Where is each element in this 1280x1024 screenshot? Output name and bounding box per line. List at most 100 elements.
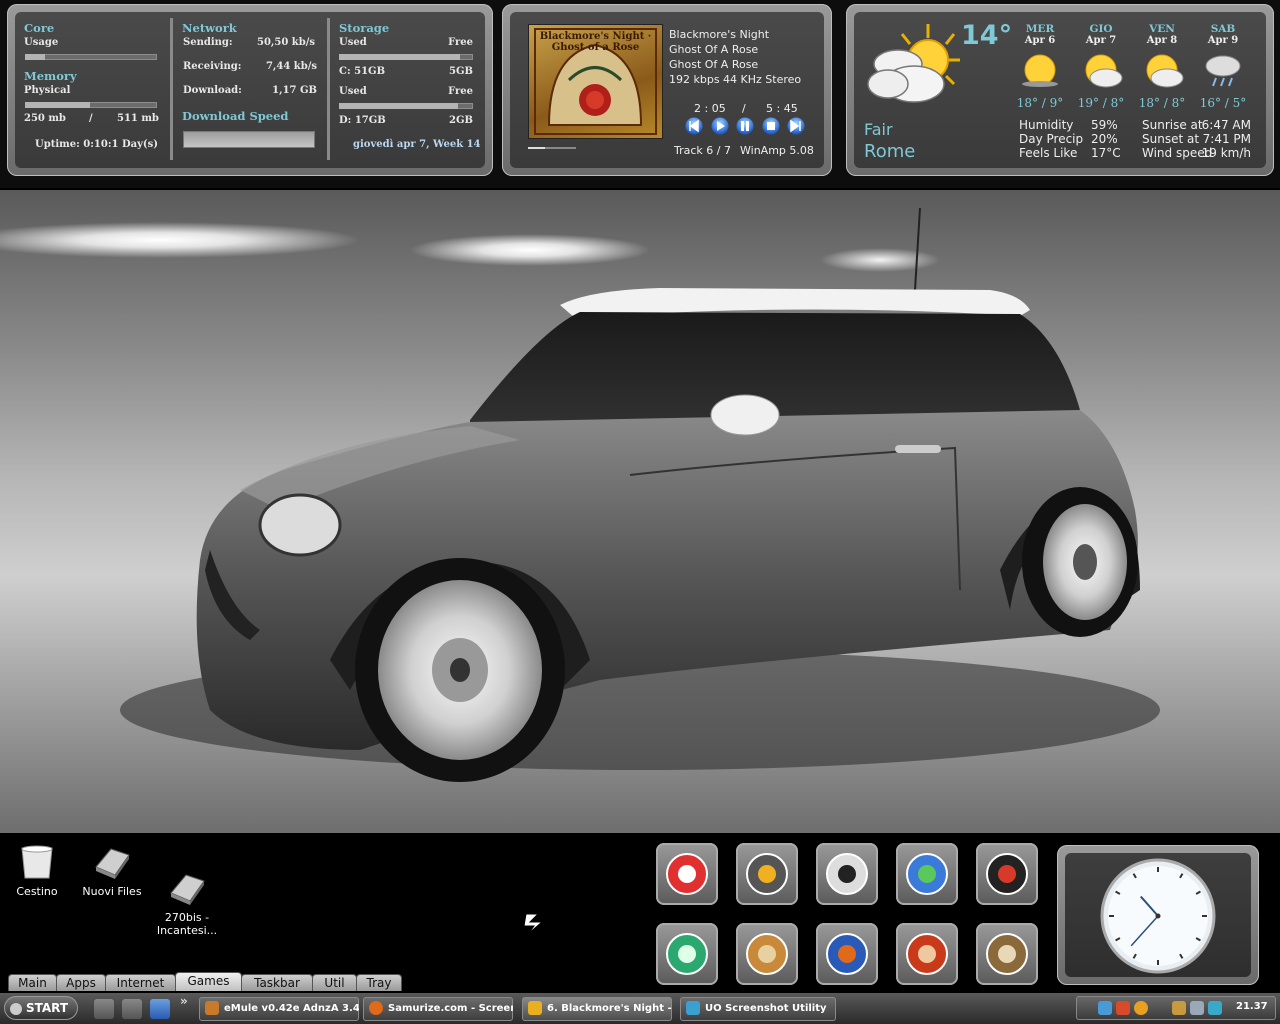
- tray-messenger-icon[interactable]: [1134, 1001, 1148, 1015]
- forecast-day-name: MER: [1025, 23, 1055, 35]
- launcher-button[interactable]: [816, 843, 878, 905]
- tab-taskbar[interactable]: Taskbar: [241, 974, 313, 991]
- taskbar-window-firefox[interactable]: Samurize.com - Screen...: [363, 997, 513, 1021]
- tab-games[interactable]: Games: [175, 972, 242, 991]
- tray-firewall-icon[interactable]: [1116, 1001, 1130, 1015]
- tab-apps[interactable]: Apps: [56, 974, 106, 991]
- city-text: Rome: [864, 141, 916, 162]
- receiving-label: Receiving:: [183, 61, 242, 72]
- forecast-temps: 16° / 5°: [1199, 96, 1247, 110]
- analog-clock-widget: [1057, 845, 1259, 985]
- music-player-widget: Blackmore's Night · Ghost of a Rose Blac…: [502, 4, 832, 176]
- forecast-day-name: GIO: [1089, 23, 1113, 35]
- taskbar-window-label: UO Screenshot Utility: [705, 1003, 827, 1014]
- d-used-label: Used: [339, 86, 367, 97]
- info-icon: [825, 852, 869, 896]
- c-used-label: Used: [339, 37, 367, 48]
- weather-detail-value: 59%: [1091, 118, 1118, 132]
- play-button[interactable]: [711, 117, 729, 135]
- start-button[interactable]: START: [4, 996, 78, 1020]
- launcher-button[interactable]: [656, 843, 718, 905]
- weather-detail-label: Day Precip: [1019, 132, 1084, 146]
- drive-d-bar: [339, 103, 473, 109]
- track-progress-bar[interactable]: [528, 147, 576, 149]
- taskbar-window-winamp[interactable]: 6. Blackmore's Night -...: [522, 997, 672, 1021]
- tab-main[interactable]: Main: [8, 974, 57, 991]
- tray-clock[interactable]: 21.37: [1236, 1001, 1268, 1012]
- quick-launch-overflow-icon[interactable]: »: [180, 994, 188, 1008]
- weather-detail-value2: 6:47 AM: [1201, 118, 1251, 132]
- divider: [327, 18, 330, 160]
- system-monitor-widget: Core Usage Memory Physical 250 mb / 511 …: [7, 4, 493, 176]
- next-button[interactable]: [787, 117, 805, 135]
- weather-detail-row: Humidity 59% Sunrise at 6:47 AM: [1019, 118, 1255, 132]
- system-tray: 21.37: [1076, 996, 1276, 1020]
- c-free-label: Free: [448, 37, 473, 48]
- launcher-button[interactable]: [896, 923, 958, 985]
- elapsed-time: 2 : 05: [694, 102, 726, 115]
- launcher-button[interactable]: [736, 843, 798, 905]
- tab-internet[interactable]: Internet: [105, 974, 176, 991]
- prev-button[interactable]: [685, 117, 703, 135]
- weather-detail-label: Feels Like: [1019, 146, 1078, 160]
- total-time: 5 : 45: [766, 102, 798, 115]
- stop-button[interactable]: [762, 117, 780, 135]
- quick-launch-ie-icon[interactable]: [150, 999, 170, 1019]
- messenger-icon: [905, 852, 949, 896]
- sun-icon: [1010, 46, 1070, 96]
- artist-text: Blackmore's Night: [669, 28, 770, 41]
- time-separator: /: [742, 102, 746, 115]
- memory-used: 250 mb: [24, 113, 66, 124]
- emule-icon: [985, 932, 1029, 976]
- rain-cloud-icon: [1193, 46, 1253, 96]
- desktop-icon-270bis[interactable]: 270bis - Incantesi...: [142, 843, 232, 950]
- album-art[interactable]: Blackmore's Night · Ghost of a Rose: [528, 24, 663, 139]
- sending-value: 50,50 kb/s: [257, 37, 315, 48]
- tray-update-icon[interactable]: [1208, 1001, 1222, 1015]
- tray-emule-icon[interactable]: [1172, 1001, 1186, 1015]
- date-text: giovedì apr 7, Week 14: [353, 139, 481, 150]
- player-name: WinAmp 5.08: [740, 144, 814, 157]
- launcher-button[interactable]: [736, 923, 798, 985]
- launcher-button[interactable]: [896, 843, 958, 905]
- mail-icon: [905, 932, 949, 976]
- taskbar-window-label: 6. Blackmore's Night -...: [547, 1003, 672, 1014]
- launcher-button[interactable]: [816, 923, 878, 985]
- quality-text: 192 kbps 44 KHz Stereo: [669, 73, 802, 86]
- memory-bar: [25, 102, 157, 108]
- memory-separator: /: [89, 113, 93, 124]
- forecast-day: SAB Apr 9 16° / 5°: [1193, 23, 1253, 110]
- partly-cloudy-icon: [862, 18, 962, 114]
- forecast-day: GIO Apr 7 19° / 8°: [1071, 23, 1131, 110]
- launcher-button[interactable]: [656, 923, 718, 985]
- forecast-date: Apr 6: [1024, 35, 1056, 46]
- drive-d-free: 2GB: [449, 115, 473, 126]
- weather-detail-row: Day Precip 20% Sunset at 7:41 PM: [1019, 132, 1255, 146]
- download-speed-graph: [183, 131, 315, 148]
- tab-util[interactable]: Util: [312, 974, 357, 991]
- quick-launch: [90, 997, 170, 1021]
- sending-label: Sending:: [183, 37, 233, 48]
- pause-button[interactable]: [736, 117, 754, 135]
- tray-monitor-icon[interactable]: [1190, 1001, 1204, 1015]
- launcher-button[interactable]: [976, 843, 1038, 905]
- forecast-temps: 19° / 8°: [1077, 96, 1125, 110]
- launcher-button[interactable]: [976, 923, 1038, 985]
- taskbar-window-screenshot-utility[interactable]: UO Screenshot Utility: [680, 997, 836, 1021]
- taskbar-window-emule[interactable]: eMule v0.42e AdnzA 3.4: [199, 997, 359, 1021]
- tray-network-icon[interactable]: [1098, 1001, 1112, 1015]
- nfs-icon: [985, 852, 1029, 896]
- refresh-icon: [665, 932, 709, 976]
- quick-launch-hourglass-icon[interactable]: [94, 999, 114, 1019]
- tab-tray[interactable]: Tray: [356, 974, 402, 991]
- core-title: Core: [24, 21, 55, 35]
- weather-detail-value: 20%: [1091, 132, 1118, 146]
- drive-icon: [168, 856, 206, 905]
- rome-game-icon: [745, 932, 789, 976]
- power-icon: [665, 852, 709, 896]
- forecast-row: MER Apr 6 18° / 9° GIO Apr 7 19° / 8° VEN Apr 8…: [1010, 23, 1270, 115]
- condition-text: Fair: [864, 120, 893, 139]
- playback-controls: [685, 117, 809, 135]
- quick-launch-hourglass-icon[interactable]: [122, 999, 142, 1019]
- cpu-usage-bar: [25, 54, 157, 60]
